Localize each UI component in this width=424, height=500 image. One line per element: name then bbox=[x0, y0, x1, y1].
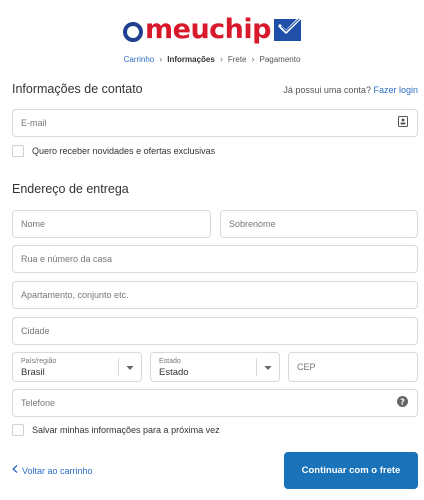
shipping-section-title: Endereço de entrega bbox=[12, 182, 129, 196]
login-prompt: Já possui uma conta? Fazer login bbox=[283, 85, 418, 95]
continue-button-label: Continuar com o frete bbox=[301, 465, 401, 476]
country-select[interactable]: País/região Brasil bbox=[12, 352, 142, 382]
save-info-label: Salvar minhas informações para a próxima… bbox=[32, 425, 220, 435]
phone-field[interactable]: Telefone ? bbox=[12, 389, 418, 417]
newsletter-option[interactable]: Quero receber novidades e ofertas exclus… bbox=[12, 145, 215, 157]
logo-ring-mark bbox=[123, 21, 143, 42]
first-name-field[interactable]: Nome bbox=[12, 210, 211, 238]
email-placeholder: E-mail bbox=[21, 118, 47, 128]
country-value: Brasil bbox=[21, 367, 45, 378]
email-field[interactable]: E-mail bbox=[12, 109, 418, 137]
chevron-down-icon bbox=[264, 358, 272, 376]
continue-to-shipping-button[interactable]: Continuar com o frete bbox=[284, 452, 418, 489]
help-circle-icon[interactable]: ? bbox=[397, 394, 408, 412]
breadcrumb-cart[interactable]: Carrinho bbox=[121, 55, 158, 64]
login-link[interactable]: Fazer login bbox=[373, 85, 418, 95]
zip-field[interactable]: CEP bbox=[288, 352, 418, 382]
zip-placeholder: CEP bbox=[297, 362, 316, 372]
breadcrumb: Carrinho › Informações › Frete › Pagamen… bbox=[0, 54, 424, 64]
address-field[interactable]: Rua e número da casa bbox=[12, 245, 418, 273]
country-label: País/região bbox=[21, 358, 57, 365]
apartment-placeholder: Apartamento, conjunto etc. bbox=[21, 290, 129, 300]
chevron-down-icon bbox=[126, 358, 134, 376]
select-divider bbox=[256, 358, 257, 376]
contact-card-icon[interactable] bbox=[398, 114, 408, 132]
state-label: Estado bbox=[159, 358, 181, 365]
save-info-checkbox[interactable] bbox=[12, 424, 24, 436]
newsletter-checkbox[interactable] bbox=[12, 145, 24, 157]
state-select[interactable]: Estado Estado bbox=[150, 352, 280, 382]
last-name-field[interactable]: Sobrenome bbox=[220, 210, 418, 238]
svg-text:?: ? bbox=[400, 397, 405, 406]
select-divider bbox=[118, 358, 119, 376]
back-to-cart-label: Voltar ao carrinho bbox=[22, 465, 93, 476]
breadcrumb-shipping: Frete bbox=[227, 54, 247, 64]
first-name-placeholder: Nome bbox=[21, 219, 46, 229]
city-field[interactable]: Cidade bbox=[12, 317, 418, 345]
save-info-option[interactable]: Salvar minhas informações para a próxima… bbox=[12, 424, 220, 436]
contact-section-title: Informações de contato bbox=[12, 82, 143, 96]
phone-placeholder: Telefone bbox=[21, 398, 56, 408]
breadcrumb-separator-icon: › bbox=[159, 54, 163, 64]
address-placeholder: Rua e número da casa bbox=[21, 254, 113, 264]
last-name-placeholder: Sobrenome bbox=[229, 219, 276, 229]
back-to-cart-link[interactable]: Voltar ao carrinho bbox=[12, 464, 93, 476]
chevron-left-icon bbox=[12, 464, 18, 476]
breadcrumb-payment: Pagamento bbox=[259, 54, 301, 64]
logo-wordmark: meuchip bbox=[145, 13, 271, 45]
breadcrumb-separator-icon: › bbox=[251, 54, 255, 64]
has-account-text: Já possui uma conta? bbox=[283, 85, 371, 95]
state-value: Estado bbox=[159, 367, 189, 378]
city-placeholder: Cidade bbox=[21, 326, 50, 336]
apartment-field[interactable]: Apartamento, conjunto etc. bbox=[12, 281, 418, 309]
breadcrumb-information: Informações bbox=[167, 54, 215, 64]
newsletter-label: Quero receber novidades e ofertas exclus… bbox=[32, 146, 216, 156]
store-logo[interactable]: meuchip bbox=[0, 12, 424, 46]
breadcrumb-separator-icon: › bbox=[219, 54, 223, 64]
logo-check-icon bbox=[273, 16, 302, 41]
